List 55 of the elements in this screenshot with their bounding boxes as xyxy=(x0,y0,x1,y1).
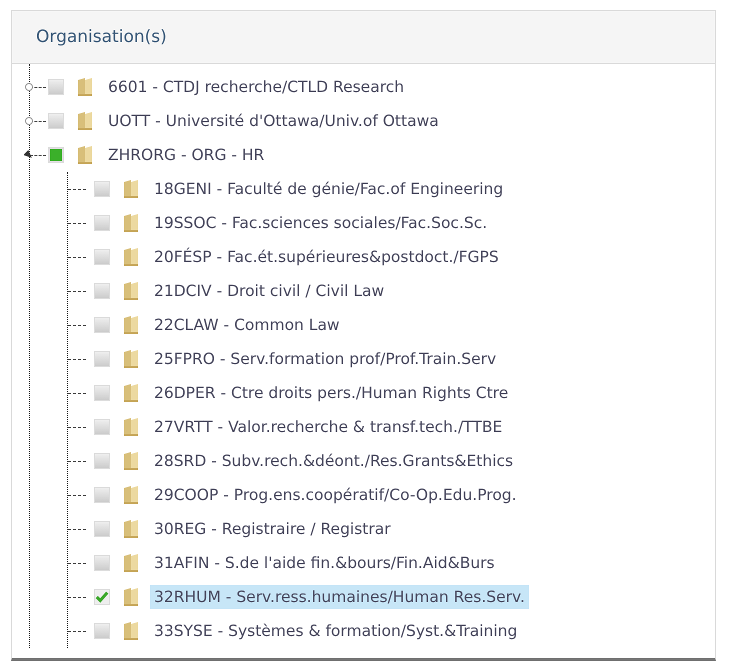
checkbox[interactable] xyxy=(94,249,110,265)
checkbox[interactable] xyxy=(94,623,110,639)
tree-item[interactable]: 29COOP - Prog.ens.coopératif/Co-Op.Edu.Prog. xyxy=(150,483,521,507)
panel-title: Organisation(s) xyxy=(36,27,167,47)
folder-icon xyxy=(122,485,140,505)
tree-item[interactable]: 33SYSE - Systèmes & formation/Syst.&Training xyxy=(150,619,522,643)
checkbox[interactable] xyxy=(48,147,64,163)
checkbox[interactable] xyxy=(94,181,110,197)
tree-item[interactable]: 27VRTT - Valor.recherche & transf.tech./TTBE xyxy=(150,415,506,439)
checkbox[interactable] xyxy=(94,419,110,435)
folder-icon xyxy=(122,179,140,199)
folder-icon xyxy=(122,213,140,233)
folder-icon xyxy=(122,315,140,335)
tree-item[interactable]: ZHRORG - ORG - HR xyxy=(104,143,268,167)
checkbox[interactable] xyxy=(94,589,110,605)
folder-icon xyxy=(122,519,140,539)
expanded-arrow-icon[interactable] xyxy=(24,150,34,160)
folder-icon xyxy=(122,247,140,267)
folder-icon xyxy=(122,349,140,369)
tree-item[interactable]: 31AFIN - S.de l'aide fin.&bours/Fin.Aid&Burs xyxy=(150,551,499,575)
checkbox[interactable] xyxy=(48,79,64,95)
folder-icon xyxy=(122,587,140,607)
folder-icon xyxy=(122,417,140,437)
tree-item[interactable]: 22CLAW - Common Law xyxy=(150,313,344,337)
collapsed-node-icon[interactable] xyxy=(24,116,34,126)
collapsed-node-icon[interactable] xyxy=(24,82,34,92)
checkbox[interactable] xyxy=(94,521,110,537)
checkbox[interactable] xyxy=(48,113,64,129)
checkbox[interactable] xyxy=(94,351,110,367)
folder-icon xyxy=(122,451,140,471)
tree-item[interactable]: 30REG - Registraire / Registrar xyxy=(150,517,395,541)
folder-icon xyxy=(122,383,140,403)
tree-item[interactable]: 32RHUM - Serv.ress.humaines/Human Res.Serv. xyxy=(150,585,529,609)
folder-icon xyxy=(122,553,140,573)
checkbox[interactable] xyxy=(94,283,110,299)
checkbox[interactable] xyxy=(94,385,110,401)
checkbox[interactable] xyxy=(94,317,110,333)
folder-icon xyxy=(76,77,94,97)
tree-item[interactable]: 21DCIV - Droit civil / Civil Law xyxy=(150,279,388,303)
tree-item[interactable]: 6601 - CTDJ recherche/CTLD Research xyxy=(104,75,408,99)
tree-item[interactable]: 26DPER - Ctre droits pers./Human Rights Ctre xyxy=(150,381,512,405)
tree-item[interactable]: UOTT - Université d'Ottawa/Univ.of Ottawa xyxy=(104,109,443,133)
tree-item[interactable]: 28SRD - Subv.rech.&déont./Res.Grants&Ethics xyxy=(150,449,518,473)
folder-icon xyxy=(76,145,94,165)
folder-icon xyxy=(122,281,140,301)
checkbox[interactable] xyxy=(94,555,110,571)
tree-item[interactable]: 25FPRO - Serv.formation prof/Prof.Train.Serv xyxy=(150,347,500,371)
folder-icon xyxy=(122,621,140,641)
folder-icon xyxy=(76,111,94,131)
checkbox[interactable] xyxy=(94,487,110,503)
checkbox[interactable] xyxy=(94,453,110,469)
tree-item[interactable]: 19SSOC - Fac.sciences sociales/Fac.Soc.Sc. xyxy=(150,211,492,235)
tree-item[interactable]: 18GENI - Faculté de génie/Fac.of Engineering xyxy=(150,177,508,201)
tree-item[interactable]: 20FÉSP - Fac.ét.supérieures&postdoct./FGPS xyxy=(150,245,503,269)
checkbox[interactable] xyxy=(94,215,110,231)
